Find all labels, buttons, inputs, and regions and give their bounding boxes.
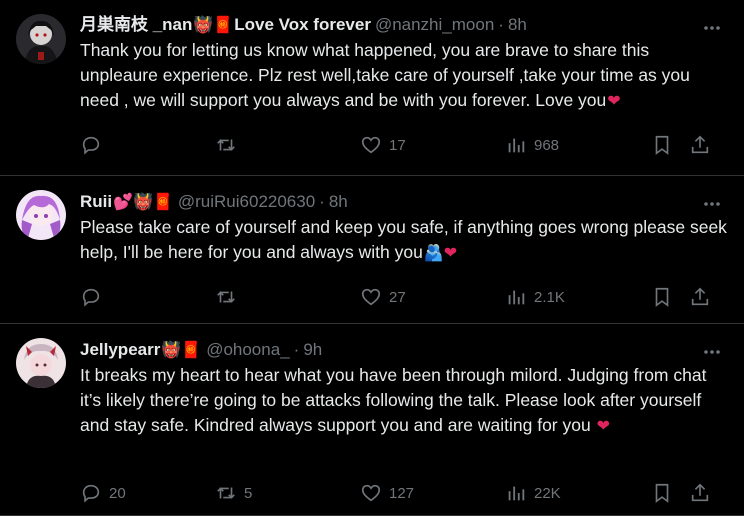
like-button[interactable]: 127 <box>360 482 505 504</box>
action-bar: 20 5 127 22K <box>80 482 724 504</box>
share-icon <box>691 287 709 306</box>
views-button[interactable]: 22K <box>505 482 651 504</box>
timestamp[interactable]: 8h <box>508 14 527 36</box>
reply-button[interactable]: 20 <box>80 482 215 504</box>
bookmark-icon <box>655 135 669 155</box>
tweet-header: Jellypearr 👹🧧 @ohoona_ · 9h <box>80 339 728 361</box>
text-emojis: 🫂❤ <box>423 243 458 262</box>
retweet-icon <box>217 139 235 151</box>
views-button[interactable]: 968 <box>505 134 651 156</box>
tweet[interactable]: 月巣南枝 _nan 👹🧧 Love Vox forever @nanzhi_mo… <box>0 0 744 176</box>
more-options-icon[interactable] <box>702 194 722 214</box>
retweet-icon <box>217 291 235 303</box>
like-button[interactable]: 27 <box>360 286 505 308</box>
view-count: 968 <box>534 136 560 154</box>
like-count: 127 <box>389 484 415 502</box>
views-chart-icon <box>508 486 525 501</box>
display-name-suffix[interactable]: Love Vox forever <box>234 14 371 36</box>
heart-icon <box>361 484 381 502</box>
more-options-icon[interactable] <box>702 342 722 362</box>
name-emojis: 💕👹🧧 <box>113 192 173 211</box>
display-name[interactable]: Ruii <box>80 191 112 213</box>
bookmark-icon <box>655 483 669 503</box>
bookmark-button[interactable] <box>651 482 689 504</box>
tweet-text-body: Thank you for letting us know what happe… <box>80 40 690 110</box>
reply-icon <box>82 136 100 155</box>
tweet[interactable]: Ruii 💕👹🧧 @ruiRui60220630 · 8h Please tak… <box>0 176 744 324</box>
action-bar: 17 968 <box>80 134 724 156</box>
heart-emoji: ❤ <box>596 416 610 435</box>
views-button[interactable]: 2.1K <box>505 286 651 308</box>
avatar[interactable] <box>16 190 66 240</box>
timestamp[interactable]: 9h <box>303 339 322 361</box>
share-button[interactable] <box>689 134 711 156</box>
tweet-header: Ruii 💕👹🧧 @ruiRui60220630 · 8h <box>80 191 728 213</box>
tweet-text: It breaks my heart to hear what you have… <box>80 363 728 438</box>
views-chart-icon <box>508 138 525 153</box>
retweet-count: 5 <box>244 484 253 502</box>
handle[interactable]: @ohoona_ <box>206 339 289 361</box>
share-icon <box>691 483 709 502</box>
like-count: 27 <box>389 288 406 306</box>
reply-icon <box>82 288 100 307</box>
reply-button[interactable] <box>80 286 215 308</box>
like-count: 17 <box>389 136 406 154</box>
retweet-button[interactable] <box>215 286 360 308</box>
heart-icon <box>361 288 381 306</box>
timestamp[interactable]: 8h <box>329 191 348 213</box>
tweet-header: 月巣南枝 _nan 👹🧧 Love Vox forever @nanzhi_mo… <box>80 14 728 36</box>
tweet[interactable]: Jellypearr 👹🧧 @ohoona_ · 9h It breaks my… <box>0 324 744 516</box>
retweet-button[interactable]: 5 <box>215 482 360 504</box>
separator-dot: · <box>319 192 325 211</box>
reply-icon <box>82 484 100 503</box>
separator-dot: · <box>293 340 300 359</box>
bookmark-icon <box>655 287 669 307</box>
reply-count: 20 <box>109 484 126 502</box>
share-button[interactable] <box>689 286 711 308</box>
display-name[interactable]: Jellypearr <box>80 339 160 361</box>
separator-dot: · <box>498 15 504 34</box>
share-button[interactable] <box>689 482 711 504</box>
handle[interactable]: @ruiRui60220630 <box>178 191 315 213</box>
name-emojis: 👹🧧 <box>193 15 234 34</box>
tweet-text: Thank you for letting us know what happe… <box>80 38 728 113</box>
tweet-text: Please take care of yourself and keep yo… <box>80 215 728 265</box>
more-options-icon[interactable] <box>702 18 722 38</box>
tweet-text-body: Please take care of yourself and keep yo… <box>80 217 727 262</box>
share-icon <box>691 135 709 154</box>
reply-button[interactable] <box>80 134 215 156</box>
display-name[interactable]: 月巣南枝 _nan <box>80 14 192 36</box>
views-chart-icon <box>508 290 525 305</box>
retweet-icon <box>217 487 235 499</box>
handle[interactable]: @nanzhi_moon <box>375 14 494 36</box>
avatar[interactable] <box>16 14 66 64</box>
view-count: 2.1K <box>534 288 565 306</box>
bookmark-button[interactable] <box>651 286 689 308</box>
heart-emoji: ❤ <box>607 91 621 110</box>
name-emojis: 👹🧧 <box>161 340 202 359</box>
like-button[interactable]: 17 <box>360 134 505 156</box>
view-count: 22K <box>534 484 561 502</box>
heart-icon <box>361 136 381 154</box>
tweet-text-body: It breaks my heart to hear what you have… <box>80 365 707 435</box>
retweet-button[interactable] <box>215 134 360 156</box>
bookmark-button[interactable] <box>651 134 689 156</box>
avatar[interactable] <box>16 338 66 388</box>
action-bar: 27 2.1K <box>80 286 724 308</box>
